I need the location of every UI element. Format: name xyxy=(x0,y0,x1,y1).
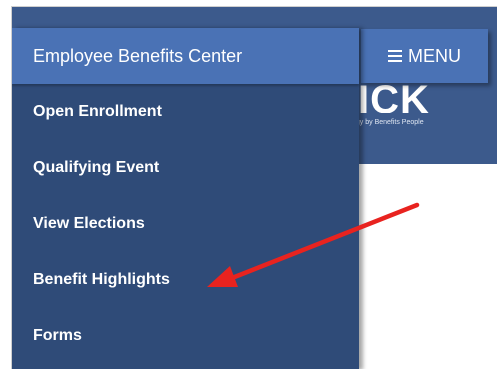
nav-item-view-elections[interactable]: View Elections xyxy=(12,196,359,252)
logo-tagline: ogy by Benefits People xyxy=(352,119,424,126)
menu-button-label: MENU xyxy=(408,45,461,66)
nav-item-benefit-highlights[interactable]: Benefit Highlights xyxy=(12,252,359,308)
drawer-title[interactable]: Employee Benefits Center xyxy=(12,28,359,84)
logo-wordmark: ICK xyxy=(358,85,430,113)
nav-item-qualifying-event[interactable]: Qualifying Event xyxy=(12,140,359,196)
nav-item-open-enrollment[interactable]: Open Enrollment xyxy=(12,84,359,140)
hamburger-icon xyxy=(388,50,402,62)
navigation-drawer: Employee Benefits Center Open Enrollment… xyxy=(12,28,359,369)
menu-button[interactable]: MENU xyxy=(361,29,488,83)
app-window: ICK ogy by Benefits People MENU Employee… xyxy=(11,6,497,369)
nav-item-forms[interactable]: Forms xyxy=(12,308,359,364)
nav-list: Open Enrollment Qualifying Event View El… xyxy=(12,84,359,364)
brand-logo: ICK ogy by Benefits People xyxy=(352,85,430,126)
